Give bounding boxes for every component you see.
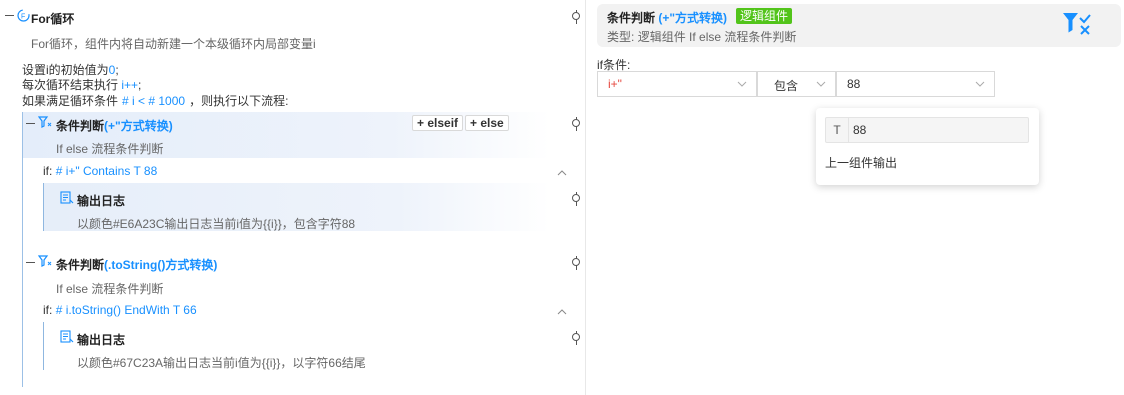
log-icon: [60, 191, 74, 205]
loop-step-line: 每次循环结束执行 i++;: [22, 78, 142, 92]
condition-operator-select[interactable]: 包含: [757, 71, 836, 97]
log-icon: [60, 330, 74, 344]
dropdown-input[interactable]: T 88: [825, 117, 1029, 143]
log1-description: 以颜色#E6A23C输出日志当前i值为{{i}}，包含字符88: [77, 217, 356, 231]
log2-title: 输出日志: [77, 333, 126, 347]
cond1-if-line: if: # i+" Contains T 88: [43, 164, 158, 178]
cond2-collapse-toggle[interactable]: [26, 257, 36, 267]
cond1-title: 条件判断(+"方式转换): [56, 119, 173, 133]
cond1-collapse-caret-icon[interactable]: [557, 166, 567, 176]
loop-description: For循环，组件内将自动新建一个本级循环内局部变量i: [31, 37, 316, 51]
svg-text:F: F: [21, 14, 25, 21]
filter-settings-icon[interactable]: [1061, 11, 1093, 37]
dropdown-option-previous-output[interactable]: 上一组件输出: [825, 154, 897, 171]
loop-title: For循环: [31, 12, 75, 26]
log2-pin-icon[interactable]: [571, 331, 581, 345]
type-indicator: T: [826, 118, 849, 142]
cond2-title: 条件判断(.toString()方式转换): [56, 258, 218, 272]
component-type-line: 类型: 逻辑组件 If else 流程条件判断: [607, 30, 797, 44]
loop-condition-line: 如果满足循环条件 # i < # 1000 ，则执行以下流程:: [22, 94, 289, 108]
cond1-pin-icon[interactable]: [571, 117, 581, 131]
cond1-description: If else 流程条件判断: [56, 142, 164, 156]
filter-icon: [37, 255, 52, 268]
cond2-collapse-caret-icon[interactable]: [557, 305, 567, 315]
loop-pin-icon[interactable]: [571, 10, 581, 24]
condition-value-select[interactable]: 88: [836, 71, 995, 97]
dropdown-input-value: 88: [853, 123, 867, 137]
cond2-branch-line: [43, 322, 44, 370]
cond1-collapse-toggle[interactable]: [26, 118, 36, 128]
log2-description: 以颜色#67C23A输出日志当前i值为{{i}}，以字符66结尾: [77, 356, 366, 370]
condition-variable-select[interactable]: i+": [597, 71, 757, 97]
log1-title: 输出日志: [77, 194, 126, 208]
cond2-pin-icon[interactable]: [571, 256, 581, 270]
loop-icon: F: [17, 9, 30, 22]
log1-pin-icon[interactable]: [571, 192, 581, 206]
logic-component-badge: 逻辑组件: [736, 8, 793, 24]
cond2-if-line: if: # i.toString() EndWith T 66: [43, 303, 197, 317]
loop-collapse-toggle[interactable]: [5, 10, 15, 20]
chevron-down-icon: [816, 81, 826, 87]
chevron-down-icon: [975, 81, 985, 87]
panel-divider: [585, 0, 586, 395]
component-title: 条件判断 (+"方式转换): [607, 11, 728, 25]
add-elseif-button[interactable]: + elseif: [412, 115, 464, 131]
chevron-down-icon: [737, 81, 747, 87]
filter-icon: [37, 116, 52, 129]
cond2-description: If else 流程条件判断: [56, 282, 164, 296]
add-else-button[interactable]: + else: [465, 115, 509, 131]
